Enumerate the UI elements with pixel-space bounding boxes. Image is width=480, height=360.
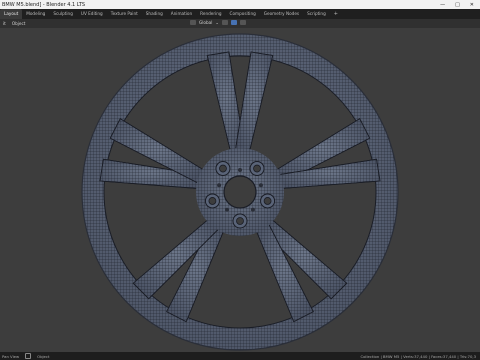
tab-geometry-nodes[interactable]: Geometry Nodes (260, 9, 303, 19)
tab-animation[interactable]: Animation (167, 9, 196, 19)
tab-shading[interactable]: Shading (142, 9, 167, 19)
menu-object[interactable]: Object (9, 21, 29, 26)
status-object: Object (37, 353, 50, 359)
wheel-render (81, 33, 399, 351)
tab-sculpting[interactable]: Sculpting (49, 9, 77, 19)
mouse-icon (25, 353, 32, 359)
tab-modeling[interactable]: Modeling (22, 9, 49, 19)
snap-icon[interactable] (221, 20, 228, 25)
add-workspace-button[interactable]: + (330, 11, 342, 17)
lug-hole (263, 197, 272, 205)
tab-uv-editing[interactable]: UV Editing (77, 9, 107, 19)
proportional-icon[interactable] (230, 20, 237, 25)
tab-compositing[interactable]: Compositing (226, 9, 260, 19)
status-pan-view: Pan View (2, 353, 20, 359)
hub-hole (217, 183, 222, 188)
hub-hole (238, 168, 242, 172)
scene-statistics: Collection | BMW M5 | Verts:37,440 | Fac… (360, 353, 476, 359)
lug-hole (236, 217, 244, 225)
maximize-button[interactable]: □ (455, 2, 460, 8)
tab-layout[interactable]: Layout (0, 9, 23, 19)
chevron-down-icon[interactable]: ⌄ (215, 20, 219, 25)
menu-edit[interactable]: it (0, 21, 9, 26)
close-button[interactable]: ✕ (470, 2, 474, 8)
tab-scripting[interactable]: Scripting (303, 9, 330, 19)
status-bar: Pan View Object Collection | BMW M5 | Ve… (0, 352, 480, 360)
window-title: BMW M5.blend] - Blender 4.1 LTS (2, 1, 86, 8)
workspace-tabs-bar: Layout Modeling Sculpting UV Editing Tex… (0, 9, 480, 27)
orientation-icon[interactable] (190, 20, 196, 25)
lug-hole (208, 197, 217, 205)
hub-hole (225, 207, 230, 212)
window-titlebar: BMW M5.blend] - Blender 4.1 LTS — □ ✕ (0, 0, 480, 9)
falloff-icon[interactable] (239, 20, 246, 25)
tab-texture-paint[interactable]: Texture Paint (107, 9, 142, 19)
hub-hole (250, 207, 255, 212)
lug-hole (219, 164, 227, 173)
window-controls: — □ ✕ (440, 2, 480, 8)
lug-hole (253, 164, 261, 173)
minimize-button[interactable]: — (440, 2, 445, 8)
tab-rendering[interactable]: Rendering (196, 9, 225, 19)
transform-tools: Global ⌄ (190, 20, 246, 25)
3d-viewport[interactable] (0, 28, 480, 352)
hub-hole (258, 183, 263, 188)
transform-orientation[interactable]: Global (199, 20, 212, 25)
